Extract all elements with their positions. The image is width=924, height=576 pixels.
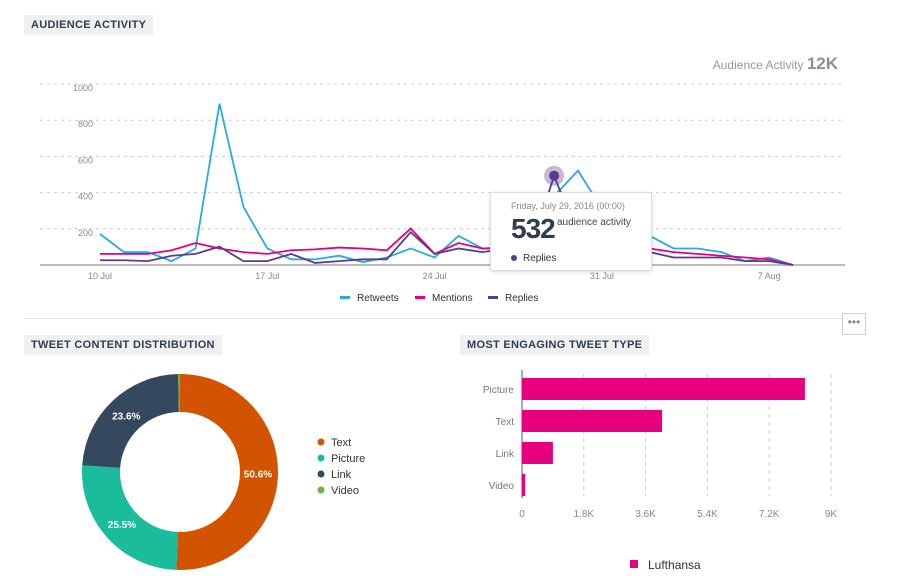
tooltip-unit: audience activity xyxy=(557,217,631,228)
section-title-tweet-content-distribution: TWEET CONTENT DISTRIBUTION xyxy=(24,335,222,355)
tooltip-series-label: Replies xyxy=(523,253,557,264)
legend-label-lufthansa: Lufthansa xyxy=(648,558,701,572)
tweet-content-donut-chart: 50.6% Text 25.5% Picture 23.6% Link Video xyxy=(81,374,365,570)
slice-label-link: 23.6% xyxy=(112,411,140,422)
y-tick-label: 400 xyxy=(78,192,93,202)
category-label-text: Text xyxy=(496,417,515,428)
more-options-button[interactable]: ••• xyxy=(842,313,866,335)
bar-link xyxy=(522,442,553,464)
legend-dot-text xyxy=(317,438,325,446)
x-tick-label: 0 xyxy=(519,509,525,520)
y-tick-label: 200 xyxy=(78,228,93,238)
slice-label-text: 50.6% xyxy=(244,469,272,480)
series-line-replies xyxy=(100,173,794,266)
legend-swatch-retweets xyxy=(340,296,350,299)
chart-tooltip: Friday, July 29, 2016 (00:00) 532 audien… xyxy=(490,192,652,271)
x-tick-label: 5.4K xyxy=(697,509,718,520)
category-label-link: Link xyxy=(496,449,515,460)
category-label-video: Video xyxy=(489,481,515,492)
legend-dot-picture xyxy=(317,454,325,462)
legend-label-video: Video xyxy=(331,485,359,497)
x-tick-label: 7.2K xyxy=(759,509,780,520)
legend-dot-video xyxy=(317,486,325,494)
category-label-picture: Picture xyxy=(483,385,515,396)
most-engaging-bar-chart: 0 1.8K 3.6K 5.4K 7.2K 9K Picture Text Link Video L… xyxy=(483,370,838,572)
x-tick-label: 7 Aug xyxy=(758,271,781,281)
series-line-retweets xyxy=(99,103,794,266)
tooltip-value: 532 xyxy=(511,213,556,244)
x-tick-label: 31 Jul xyxy=(590,271,614,281)
x-tick-label: 10 Jul xyxy=(88,271,112,281)
x-tick-label: 24 Jul xyxy=(423,271,447,281)
bar-picture xyxy=(522,378,805,400)
legend-swatch-replies xyxy=(488,296,498,299)
legend-label-replies: Replies xyxy=(505,293,538,304)
replies-dot-icon xyxy=(511,255,517,261)
highlight-point xyxy=(549,170,560,181)
audience-activity-line-chart: 200 400 600 800 1000 10 Jul 17 Jul 24 Jul 31 Jul… xyxy=(40,83,845,304)
x-tick-label: 1.8K xyxy=(574,509,595,520)
legend-dot-link xyxy=(317,470,325,478)
legend-label-mentions: Mentions xyxy=(432,293,473,304)
legend-label-text: Text xyxy=(331,437,351,449)
legend-label-retweets: Retweets xyxy=(357,293,399,304)
legend-label-link: Link xyxy=(331,469,352,481)
slice-label-picture: 25.5% xyxy=(108,520,136,531)
y-tick-label: 800 xyxy=(78,119,93,129)
section-title-most-engaging-tweet-type: MOST ENGAGING TWEET TYPE xyxy=(460,335,650,355)
x-tick-label: 9K xyxy=(825,509,838,520)
x-tick-label: 17 Jul xyxy=(255,271,279,281)
legend-label-picture: Picture xyxy=(331,453,365,465)
tooltip-series: Replies xyxy=(511,253,556,264)
bar-text xyxy=(522,410,663,432)
legend-swatch-lufthansa xyxy=(630,560,638,568)
legend-swatch-mentions xyxy=(415,296,425,299)
bar-video xyxy=(522,474,526,496)
donut-slice-picture xyxy=(81,465,178,570)
y-tick-label: 600 xyxy=(78,155,93,165)
tooltip-date: Friday, July 29, 2016 (00:00) xyxy=(511,201,625,211)
y-tick-label: 1000 xyxy=(73,83,93,93)
divider xyxy=(24,318,841,319)
x-tick-label: 3.6K xyxy=(635,509,656,520)
